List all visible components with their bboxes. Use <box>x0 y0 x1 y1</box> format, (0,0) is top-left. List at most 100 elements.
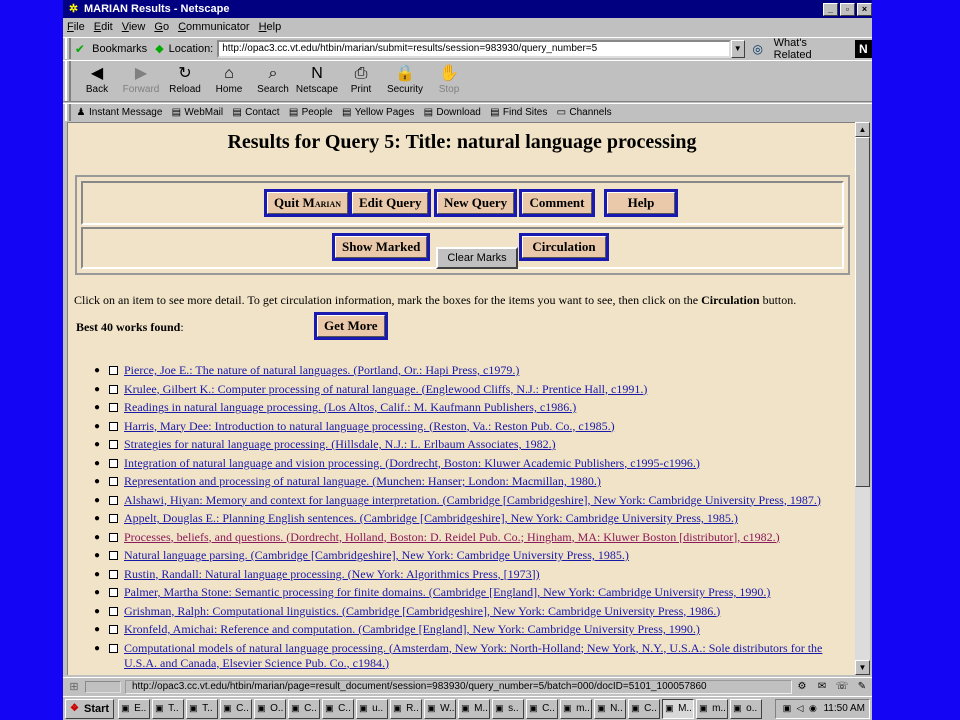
result-link[interactable]: Computational models of natural language… <box>124 641 824 671</box>
result-link[interactable]: Processes, beliefs, and questions. (Dord… <box>124 530 780 545</box>
page-proxy-icon[interactable]: ◆ <box>155 42 168 55</box>
mark-checkbox[interactable] <box>109 532 118 542</box>
mark-checkbox[interactable] <box>109 588 118 597</box>
tray-app-icon[interactable]: ◉ <box>806 703 819 714</box>
mark-checkbox[interactable] <box>109 403 118 412</box>
forward-button[interactable]: ▶ Forward <box>119 61 163 95</box>
result-link[interactable]: Krulee, Gilbert K.: Computer processing … <box>124 382 647 397</box>
component-navigator-icon[interactable]: ⚙ <box>792 681 812 692</box>
taskbar-task-button[interactable]: ▣ T.. <box>186 698 219 719</box>
show-marked-button[interactable]: Show Marked <box>332 233 431 261</box>
result-link[interactable]: Kronfeld, Amichai: Reference and computa… <box>124 622 700 637</box>
taskbar-task-button[interactable]: ▣ m.. <box>696 698 729 719</box>
mailbox-icon[interactable]: ✉ <box>812 681 832 692</box>
menu-edit[interactable]: Edit <box>94 21 113 33</box>
taskbar-task-button[interactable]: ▣ C.. <box>288 698 321 719</box>
taskbar-task-button[interactable]: ▣ W.. <box>424 698 457 719</box>
result-link[interactable]: Appelt, Douglas E.: Planning English sen… <box>124 511 738 526</box>
taskbar-task-button[interactable]: ▣ C.. <box>526 698 559 719</box>
result-link[interactable]: Rustin, Randall: Natural language proces… <box>124 567 540 582</box>
toolbar-grip[interactable] <box>65 38 71 59</box>
security-lock-icon[interactable]: ⊞ <box>63 680 85 693</box>
home-button[interactable]: ⌂ Home <box>207 61 251 95</box>
personal-toolbar-item-yellow-pages[interactable]: ▤ Yellow Pages <box>341 107 414 119</box>
personal-toolbar-item-instant-message[interactable]: ♟ Instant Message <box>75 107 163 119</box>
start-button[interactable]: ❖ Start <box>65 698 115 719</box>
get-more-button[interactable]: Get More <box>314 312 388 340</box>
tray-volume-icon[interactable]: ◁ <box>793 703 806 714</box>
security-button[interactable]: 🔒 Security <box>383 61 427 95</box>
mark-checkbox[interactable] <box>109 477 118 486</box>
taskbar-task-button[interactable]: ▣ C.. <box>220 698 253 719</box>
taskbar-task-button[interactable]: ▣ m.. <box>560 698 593 719</box>
scroll-thumb[interactable] <box>855 137 870 487</box>
bookmarks-button[interactable]: Bookmarks <box>92 43 147 55</box>
close-button[interactable]: × <box>857 2 872 16</box>
personal-toolbar-item-webmail[interactable]: ▤ WebMail <box>170 107 223 119</box>
taskbar-task-button[interactable]: ▣ E.. <box>118 698 151 719</box>
scroll-down-arrow-icon[interactable]: ▼ <box>855 660 870 675</box>
maximize-button[interactable]: ▫ <box>840 2 855 16</box>
new-query-button[interactable]: New Query <box>434 189 518 217</box>
toolbar-grip[interactable] <box>65 104 71 121</box>
taskbar-task-button[interactable]: ▣ O.. <box>254 698 287 719</box>
url-dropdown-button[interactable]: ▼ <box>731 39 745 58</box>
toolbar-grip[interactable] <box>65 61 71 101</box>
mark-checkbox[interactable] <box>109 606 118 616</box>
taskbar-task-button[interactable]: ▣ R.. <box>390 698 423 719</box>
print-button[interactable]: ⎙ Print <box>339 61 383 95</box>
mark-checkbox[interactable] <box>109 458 118 468</box>
composer-icon[interactable]: ✎ <box>852 681 872 692</box>
comment-button[interactable]: Comment <box>519 189 595 217</box>
url-input[interactable]: http://opac3.cc.vt.edu/htbin/marian/subm… <box>217 39 731 58</box>
personal-toolbar-item-find-sites[interactable]: ▤ Find Sites <box>489 107 547 119</box>
taskbar-task-button[interactable]: ▣ C.. <box>628 698 661 719</box>
mark-checkbox[interactable] <box>109 625 118 634</box>
mark-checkbox[interactable] <box>109 384 118 394</box>
taskbar-task-button[interactable]: ▣ M.. <box>458 698 491 719</box>
taskbar-task-button[interactable]: ▣ s.. <box>492 698 525 719</box>
personal-toolbar-item-contact[interactable]: ▤ Contact <box>231 107 279 119</box>
reload-button[interactable]: ↻ Reload <box>163 61 207 95</box>
edit-query-button[interactable]: Edit Query <box>349 189 432 217</box>
result-link[interactable]: Palmer, Martha Stone: Semantic processin… <box>124 585 770 600</box>
taskbar-task-button[interactable]: ▣ N.. <box>594 698 627 719</box>
search-button[interactable]: ⌕ Search <box>251 61 295 95</box>
circulation-button[interactable]: Circulation <box>519 233 609 261</box>
mark-checkbox[interactable] <box>109 421 118 431</box>
result-link[interactable]: Readings in natural language processing.… <box>124 400 576 415</box>
mark-checkbox[interactable] <box>109 569 118 579</box>
menu-communicator[interactable]: Communicator <box>178 21 250 33</box>
vertical-scrollbar[interactable]: ▲ ▼ <box>855 122 870 675</box>
result-link[interactable]: Pierce, Joe E.: The nature of natural la… <box>124 363 519 378</box>
taskbar-task-button[interactable]: ▣ o.. <box>730 698 763 719</box>
discussion-icon[interactable]: ☏ <box>832 681 852 692</box>
personal-toolbar-item-people[interactable]: ▤ People <box>288 107 333 119</box>
taskbar-task-button[interactable]: ▣ C.. <box>322 698 355 719</box>
quit-marian-button[interactable]: Quit MARIAN <box>264 189 352 217</box>
result-link[interactable]: Integration of natural language and visi… <box>124 456 700 471</box>
netscape-button[interactable]: N Netscape <box>295 61 339 95</box>
mark-checkbox[interactable] <box>109 551 118 560</box>
menu-help[interactable]: Help <box>259 21 282 33</box>
menu-view[interactable]: View <box>122 21 146 33</box>
mark-checkbox[interactable] <box>109 643 118 653</box>
result-link[interactable]: Natural language parsing. (Cambridge [Ca… <box>124 548 629 563</box>
scroll-up-arrow-icon[interactable]: ▲ <box>855 122 870 137</box>
mark-checkbox[interactable] <box>109 495 118 505</box>
taskbar-task-button[interactable]: ▣ M.. <box>662 698 695 719</box>
minimize-button[interactable]: _ <box>823 2 838 16</box>
mark-checkbox[interactable] <box>109 514 118 523</box>
help-button[interactable]: Help <box>604 189 678 217</box>
result-link[interactable]: Representation and processing of natural… <box>124 474 601 489</box>
menu-file[interactable]: File <box>67 21 85 33</box>
clear-marks-button[interactable]: Clear Marks <box>436 247 518 269</box>
clock[interactable]: 11:50 AM <box>823 703 865 714</box>
personal-toolbar-item-download[interactable]: ▤ Download <box>422 107 481 119</box>
menu-go[interactable]: Go <box>154 21 169 33</box>
personal-toolbar-item-channels[interactable]: ▭ Channels <box>555 107 612 119</box>
tray-network-icon[interactable]: ▣ <box>780 703 793 714</box>
result-link[interactable]: Alshawi, Hiyan: Memory and context for l… <box>124 493 821 508</box>
taskbar-task-button[interactable]: ▣ T.. <box>152 698 185 719</box>
result-link[interactable]: Harris, Mary Dee: Introduction to natura… <box>124 419 615 434</box>
